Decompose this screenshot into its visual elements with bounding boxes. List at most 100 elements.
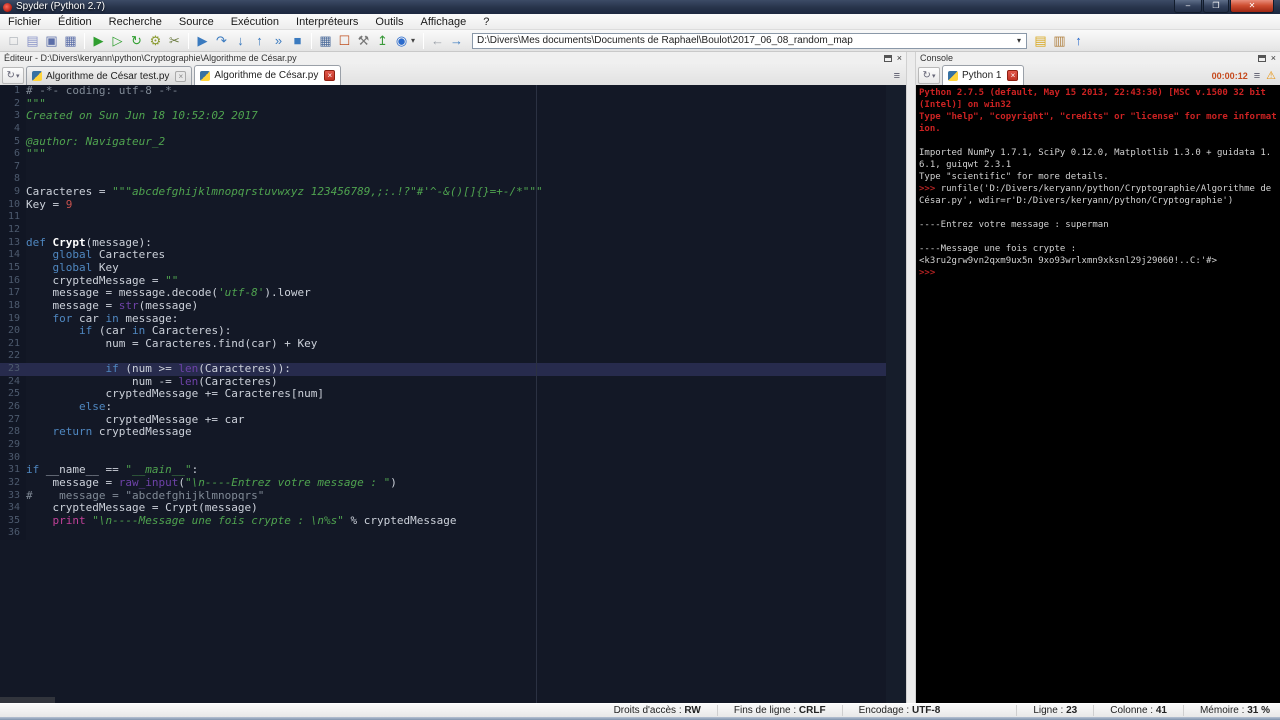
back-icon[interactable]: ← (428, 32, 447, 50)
debug-icon[interactable]: ▶ (193, 32, 212, 50)
toolbar-separator (423, 32, 424, 49)
working-directory-combo[interactable]: D:\Divers\Mes documents\Documents de Rap… (472, 32, 1027, 49)
menu-excution[interactable]: Exécution (231, 16, 279, 28)
parent-directory-icon[interactable]: ↑ (1069, 32, 1088, 50)
set-console-directory-icon[interactable]: ▥ (1050, 32, 1069, 50)
maximize-button[interactable]: ❐ (1203, 0, 1229, 13)
undock-pane-icon[interactable] (883, 54, 892, 62)
line-number: 1 (0, 85, 26, 98)
code-line: 5 @author: Navigateur_2 (0, 135, 906, 149)
console-pane: Console × ↻ ▾ Python 1 × 00:00:12 ≡ ⚠ Py… (916, 52, 1280, 703)
code-line: 25 cryptedMessage += Caracteres[num] (0, 388, 906, 402)
console-pane-title: Console (920, 53, 954, 63)
menu-source[interactable]: Source (179, 16, 214, 28)
line-number: 32 (0, 476, 26, 490)
console-line: >>> (919, 268, 936, 278)
editor-pane: Éditeur - D:\Divers\keryann\python\Crypt… (0, 52, 906, 703)
console-line: Type "help", "copyright", "credits" or "… (919, 112, 1277, 134)
code-line: 6 """ (0, 147, 906, 161)
fullscreen-icon[interactable]: ☐ (335, 32, 354, 50)
pythonpath-icon[interactable]: ↥ (373, 32, 392, 50)
line-number: 5 (0, 135, 26, 149)
menu-fichier[interactable]: Fichier (8, 16, 41, 28)
editor-pane-title: Éditeur - D:\Divers\keryann\python\Crypt… (4, 53, 297, 63)
code-line: 7 (0, 160, 906, 174)
console-options-icon[interactable]: ≡ (1254, 70, 1260, 82)
editor-tab[interactable]: Algorithme de César.py × (194, 65, 342, 85)
console-output[interactable]: Python 2.7.5 (default, May 15 2013, 22:4… (917, 85, 1279, 703)
save-icon[interactable]: ▣ (42, 32, 61, 50)
editor-tabbar: ↻ ▾ Algorithme de César test.py × Algorith… (0, 64, 906, 85)
close-button[interactable]: ✕ (1230, 0, 1274, 13)
tab-close-icon[interactable]: × (1007, 70, 1019, 81)
line-number: 6 (0, 148, 26, 161)
close-pane-icon[interactable]: × (1271, 53, 1276, 63)
editor-tab[interactable]: Algorithme de César test.py × (26, 66, 193, 85)
line-number: 18 (0, 299, 26, 313)
menu-recherche[interactable]: Recherche (109, 16, 162, 28)
console-line: Type "scientific" for more details. (919, 172, 1109, 182)
editor-vertical-scrollbar[interactable] (886, 85, 906, 703)
debug-stop-icon[interactable]: ■ (288, 32, 307, 50)
editor-code[interactable]: 1 # -*- coding: utf-8 -*- 2 """ 3 Created on … (0, 85, 906, 703)
menu-interprteurs[interactable]: Interpréteurs (296, 16, 358, 28)
open-file-icon[interactable]: ▤ (23, 32, 42, 50)
console-line: <k3ru2grw9vn2qxm9ux5n 9xo93wrlxmn9xksnl2… (919, 256, 1218, 266)
column-guide-line (536, 85, 537, 703)
save-all-icon[interactable]: ▦ (61, 32, 80, 50)
panes-icon[interactable]: ▦ (316, 32, 335, 50)
browse-tabs-caret-icon: ▾ (15, 72, 20, 80)
browse-tabs-caret-icon: ▾ (931, 72, 936, 80)
line-number: 21 (0, 337, 26, 351)
statusbar: Droits d'accès : RW Fins de ligne : CRLF E… (0, 703, 1280, 717)
browse-tabs-button[interactable]: ↻ ▾ (2, 67, 24, 84)
toolbar-right-icons: ▤ ▥ ↑ (1031, 32, 1088, 50)
profiler-icon[interactable]: ✂ (165, 32, 184, 50)
step-into-icon[interactable]: ↓ (231, 32, 250, 50)
re-run-icon[interactable]: ↻ (127, 32, 146, 50)
combo-dropdown-icon[interactable]: ▾ (1012, 36, 1026, 45)
minimize-button[interactable]: – (1174, 0, 1202, 13)
browse-console-tabs-button[interactable]: ↻ ▾ (918, 67, 940, 84)
toolbar-separator (84, 32, 85, 49)
line-number: 25 (0, 388, 26, 402)
run-icon[interactable]: ▶ (89, 32, 108, 50)
menu-?[interactable]: ? (483, 16, 489, 28)
browse-tabs-icon: ↻ (6, 70, 15, 81)
undock-pane-icon[interactable] (1257, 54, 1266, 62)
tab-close-icon[interactable]: × (324, 70, 336, 81)
pane-splitter[interactable] (906, 52, 916, 703)
step-over-icon[interactable]: ↷ (212, 32, 231, 50)
status-ligne: Ligne : 23 (1016, 705, 1077, 716)
tab-close-icon[interactable]: × (175, 70, 187, 82)
menu-affichage[interactable]: Affichage (421, 16, 467, 28)
line-number: 19 (0, 312, 26, 326)
browse-directory-icon[interactable]: ▤ (1031, 32, 1050, 50)
spyder-menu-dropdown-icon[interactable]: ▾ (411, 32, 419, 50)
forward-icon[interactable]: → (447, 32, 466, 50)
line-number: 35 (0, 514, 26, 528)
console-tab-python1[interactable]: Python 1 × (942, 65, 1025, 85)
line-number: 33 (0, 489, 26, 503)
menu-outils[interactable]: Outils (375, 16, 403, 28)
toolbar-separator (311, 32, 312, 49)
run-settings-icon[interactable]: ⚙ (146, 32, 165, 50)
status-droits-d-acc-s: Droits d'accès : RW (613, 705, 701, 716)
new-file-icon[interactable]: □ (4, 32, 23, 50)
line-number: 34 (0, 502, 26, 515)
close-pane-icon[interactable]: × (897, 53, 902, 63)
python-file-icon (200, 70, 211, 81)
run-cell-icon[interactable]: ▷ (108, 32, 127, 50)
preferences-icon[interactable]: ⚒ (354, 32, 373, 50)
step-out-icon[interactable]: ↑ (250, 32, 269, 50)
line-number: 2 (0, 97, 26, 111)
menu-dition[interactable]: Édition (58, 16, 92, 28)
line-number: 27 (0, 413, 26, 427)
spyder-menu-icon[interactable]: ◉ (392, 32, 411, 50)
tab-label: Algorithme de César test.py (46, 70, 170, 82)
code-line: 1 # -*- coding: utf-8 -*- (0, 85, 906, 98)
debug-continue-icon[interactable]: » (269, 32, 288, 50)
titlebar: Spyder (Python 2.7) – ❐ ✕ (0, 0, 1280, 14)
editor-tab-options-icon[interactable]: ≡ (894, 70, 900, 82)
